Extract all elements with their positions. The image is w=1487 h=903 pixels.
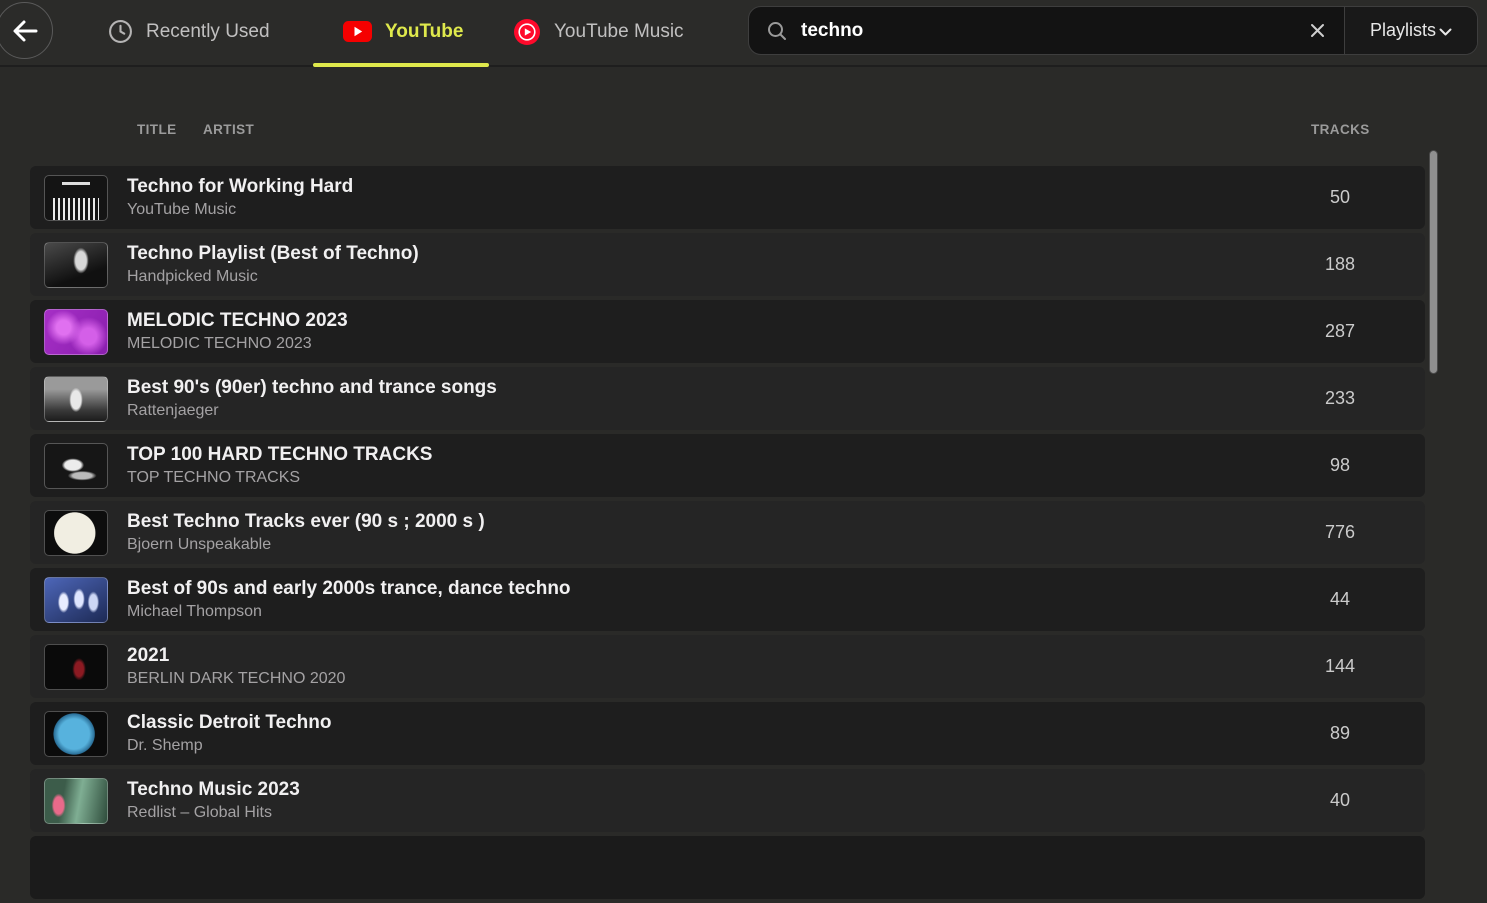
column-header-title[interactable]: TITLE — [137, 122, 177, 137]
back-button[interactable] — [0, 2, 53, 59]
playlist-thumbnail — [44, 577, 108, 623]
playlist-thumbnail — [44, 510, 108, 556]
playlist-row[interactable]: Best of 90s and early 2000s trance, danc… — [30, 568, 1425, 631]
column-header-artist[interactable]: ARTIST — [203, 122, 254, 137]
playlist-artist: Handpicked Music — [127, 268, 419, 286]
playlist-title: TOP 100 HARD TECHNO TRACKS — [127, 444, 432, 466]
playlist-title: Classic Detroit Techno — [127, 712, 331, 734]
playlist-thumbnail — [44, 376, 108, 422]
playlist-title: Techno Playlist (Best of Techno) — [127, 243, 419, 265]
playlist-row[interactable]: MELODIC TECHNO 2023 MELODIC TECHNO 2023 … — [30, 300, 1425, 363]
playlist-thumbnail — [44, 778, 108, 824]
playlist-artist: Rattenjaeger — [127, 402, 497, 420]
playlists-dropdown-label: Playlists — [1370, 20, 1436, 41]
column-headers: TITLE ARTIST TRACKS — [0, 122, 1487, 140]
playlist-artist: Bjoern Unspeakable — [127, 536, 485, 554]
youtube-music-icon — [513, 18, 541, 46]
playlist-artist: TOP TECHNO TRACKS — [127, 469, 432, 487]
playlist-title: Best Techno Tracks ever (90 s ; 2000 s ) — [127, 511, 485, 533]
search-icon — [766, 20, 788, 42]
column-header-tracks[interactable]: TRACKS — [1311, 122, 1370, 137]
playlist-row[interactable]: Techno Playlist (Best of Techno) Handpic… — [30, 233, 1425, 296]
playlist-artist: YouTube Music — [127, 201, 353, 219]
playlist-artist: Dr. Shemp — [127, 737, 331, 755]
playlist-artist: Redlist – Global Hits — [127, 804, 300, 822]
playlist-title: Techno Music 2023 — [127, 779, 300, 801]
playlist-row[interactable]: TOP 100 HARD TECHNO TRACKS TOP TECHNO TR… — [30, 434, 1425, 497]
playlist-row[interactable]: Techno for Working Hard YouTube Music 50 — [30, 166, 1425, 229]
playlist-row[interactable]: Best Techno Tracks ever (90 s ; 2000 s )… — [30, 501, 1425, 564]
playlist-track-count: 40 — [1308, 790, 1372, 811]
playlist-thumbnail — [44, 644, 108, 690]
arrow-left-icon — [11, 19, 39, 43]
playlist-track-count: 188 — [1308, 254, 1372, 275]
playlist-thumbnail — [44, 175, 108, 221]
playlists-dropdown[interactable]: Playlists — [1345, 7, 1477, 54]
playlist-title: Best of 90s and early 2000s trance, danc… — [127, 578, 571, 600]
search-bar: techno Playlists — [748, 6, 1478, 55]
playlist-track-count: 287 — [1308, 321, 1372, 342]
tab-label: YouTube Music — [554, 21, 684, 43]
scrollbar-thumb[interactable] — [1429, 150, 1438, 374]
playlist-track-count: 98 — [1308, 455, 1372, 476]
partial-next-row[interactable] — [30, 836, 1425, 899]
clear-search-button[interactable] — [1291, 23, 1344, 38]
search-input[interactable]: techno — [749, 7, 1344, 54]
playlist-artist: MELODIC TECHNO 2023 — [127, 335, 348, 353]
playlist-thumbnail — [44, 242, 108, 288]
playlist-row[interactable]: 2021 BERLIN DARK TECHNO 2020 144 — [30, 635, 1425, 698]
active-tab-underline — [313, 63, 489, 67]
playlist-row[interactable]: Classic Detroit Techno Dr. Shemp 89 — [30, 702, 1425, 765]
tab-youtube[interactable]: YouTube — [343, 0, 463, 63]
playlist-thumbnail — [44, 711, 108, 757]
top-bar: Recently Used YouTube YouTube Music tech… — [0, 0, 1487, 67]
close-icon — [1310, 23, 1325, 38]
youtube-icon — [343, 21, 372, 42]
playlist-row[interactable]: Best 90's (90er) techno and trance songs… — [30, 367, 1425, 430]
tab-recently-used[interactable]: Recently Used — [108, 0, 270, 63]
playlist-track-count: 89 — [1308, 723, 1372, 744]
playlist-title: MELODIC TECHNO 2023 — [127, 310, 348, 332]
clock-icon — [108, 19, 133, 44]
tab-youtube-music[interactable]: YouTube Music — [513, 0, 684, 63]
playlist-track-count: 144 — [1308, 656, 1372, 677]
playlist-track-count: 233 — [1308, 388, 1372, 409]
playlist-track-count: 50 — [1308, 187, 1372, 208]
playlist-track-count: 44 — [1308, 589, 1372, 610]
playlist-row[interactable]: Techno Music 2023 Redlist – Global Hits … — [30, 769, 1425, 832]
chevron-down-icon — [1439, 28, 1452, 37]
playlist-title: 2021 — [127, 645, 345, 667]
tab-label: YouTube — [385, 21, 463, 43]
search-value: techno — [801, 20, 863, 42]
playlist-track-count: 776 — [1308, 522, 1372, 543]
playlist-thumbnail — [44, 443, 108, 489]
tab-label: Recently Used — [146, 21, 270, 43]
playlist-title: Techno for Working Hard — [127, 176, 353, 198]
playlist-list: Techno for Working Hard YouTube Music 50… — [30, 166, 1425, 903]
playlist-title: Best 90's (90er) techno and trance songs — [127, 377, 497, 399]
playlist-artist: BERLIN DARK TECHNO 2020 — [127, 670, 345, 688]
playlist-thumbnail — [44, 309, 108, 355]
playlist-artist: Michael Thompson — [127, 603, 571, 621]
